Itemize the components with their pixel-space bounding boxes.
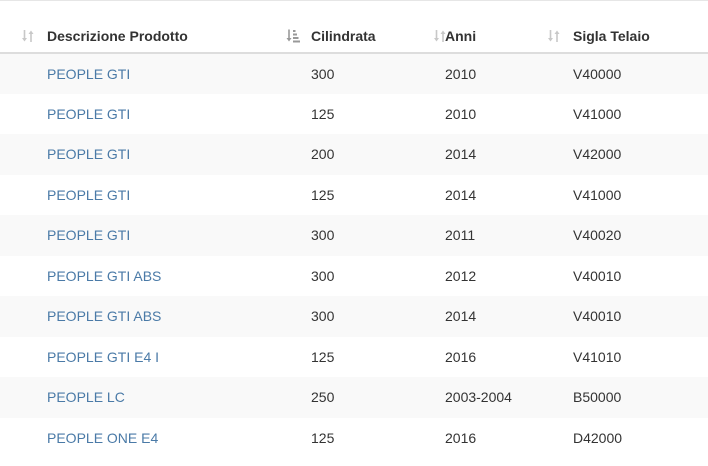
cell-anni: 2003-2004 bbox=[431, 377, 545, 418]
cell-sigla: V40010 bbox=[545, 255, 708, 296]
column-label: Anni bbox=[445, 27, 477, 44]
table-body: PEOPLE GTI 300 2010 V40000 PEOPLE GTI 12… bbox=[0, 53, 708, 458]
cell-descrizione: PEOPLE GTI bbox=[0, 215, 283, 256]
product-link[interactable]: PEOPLE GTI bbox=[47, 227, 130, 243]
cell-cilindrata: 125 bbox=[283, 417, 431, 458]
product-link[interactable]: PEOPLE LC bbox=[47, 389, 125, 405]
table-row: PEOPLE GTI 300 2011 V40020 bbox=[0, 215, 708, 256]
cell-anni: 2010 bbox=[431, 93, 545, 134]
sort-both-icon[interactable] bbox=[547, 28, 561, 44]
product-link[interactable]: PEOPLE GTI ABS bbox=[47, 308, 161, 324]
products-table: Descrizione Prodotto Cilindrata Anni Sig… bbox=[0, 19, 708, 458]
column-header-descrizione[interactable]: Descrizione Prodotto bbox=[0, 19, 283, 54]
cell-descrizione: PEOPLE ONE E4 bbox=[0, 417, 283, 458]
sort-both-icon[interactable] bbox=[21, 28, 35, 44]
cell-sigla: V42000 bbox=[545, 134, 708, 175]
cell-descrizione: PEOPLE GTI ABS bbox=[0, 296, 283, 337]
cell-anni: 2010 bbox=[431, 53, 545, 94]
cell-sigla: V40010 bbox=[545, 296, 708, 337]
cell-cilindrata: 300 bbox=[283, 53, 431, 94]
cell-cilindrata: 300 bbox=[283, 215, 431, 256]
cell-cilindrata: 125 bbox=[283, 336, 431, 377]
cell-sigla: B50000 bbox=[545, 377, 708, 418]
column-header-sigla[interactable]: Sigla Telaio bbox=[545, 19, 708, 54]
cell-sigla: D42000 bbox=[545, 417, 708, 458]
product-link[interactable]: PEOPLE ONE E4 bbox=[47, 430, 158, 446]
cell-sigla: V41010 bbox=[545, 336, 708, 377]
table-row: PEOPLE GTI ABS 300 2012 V40010 bbox=[0, 255, 708, 296]
table-row: PEOPLE GTI 200 2014 V42000 bbox=[0, 134, 708, 175]
cell-descrizione: PEOPLE GTI bbox=[0, 93, 283, 134]
cell-cilindrata: 200 bbox=[283, 134, 431, 175]
product-link[interactable]: PEOPLE GTI ABS bbox=[47, 268, 161, 284]
cell-sigla: V40020 bbox=[545, 215, 708, 256]
cell-sigla: V41000 bbox=[545, 93, 708, 134]
product-link[interactable]: PEOPLE GTI bbox=[47, 66, 130, 82]
cell-anni: 2014 bbox=[431, 296, 545, 337]
table-row: PEOPLE GTI E4 I 125 2016 V41010 bbox=[0, 336, 708, 377]
product-link[interactable]: PEOPLE GTI bbox=[47, 146, 130, 162]
top-divider bbox=[0, 0, 708, 1]
cell-anni: 2012 bbox=[431, 255, 545, 296]
table-row: PEOPLE LC 250 2003-2004 B50000 bbox=[0, 377, 708, 418]
table-row: PEOPLE GTI 125 2014 V41000 bbox=[0, 174, 708, 215]
cell-anni: 2016 bbox=[431, 336, 545, 377]
column-label: Cilindrata bbox=[311, 27, 376, 44]
table-row: PEOPLE GTI ABS 300 2014 V40010 bbox=[0, 296, 708, 337]
cell-sigla: V40000 bbox=[545, 53, 708, 94]
product-link[interactable]: PEOPLE GTI E4 I bbox=[47, 349, 159, 365]
table-row: PEOPLE ONE E4 125 2016 D42000 bbox=[0, 417, 708, 458]
table-row: PEOPLE GTI 300 2010 V40000 bbox=[0, 53, 708, 94]
product-link[interactable]: PEOPLE GTI bbox=[47, 106, 130, 122]
cell-descrizione: PEOPLE LC bbox=[0, 377, 283, 418]
cell-cilindrata: 300 bbox=[283, 255, 431, 296]
cell-descrizione: PEOPLE GTI bbox=[0, 53, 283, 94]
cell-anni: 2016 bbox=[431, 417, 545, 458]
product-link[interactable]: PEOPLE GTI bbox=[47, 187, 130, 203]
cell-descrizione: PEOPLE GTI E4 I bbox=[0, 336, 283, 377]
header-row: Descrizione Prodotto Cilindrata Anni Sig… bbox=[0, 19, 708, 54]
table-header: Descrizione Prodotto Cilindrata Anni Sig… bbox=[0, 19, 708, 54]
cell-cilindrata: 125 bbox=[283, 93, 431, 134]
table-row: PEOPLE GTI 125 2010 V41000 bbox=[0, 93, 708, 134]
column-label: Sigla Telaio bbox=[573, 27, 650, 44]
column-header-anni[interactable]: Anni bbox=[431, 19, 545, 54]
cell-cilindrata: 300 bbox=[283, 296, 431, 337]
cell-sigla: V41000 bbox=[545, 174, 708, 215]
cell-descrizione: PEOPLE GTI bbox=[0, 174, 283, 215]
sort-amount-asc-icon[interactable] bbox=[286, 28, 300, 44]
cell-anni: 2011 bbox=[431, 215, 545, 256]
cell-descrizione: PEOPLE GTI bbox=[0, 134, 283, 175]
column-label: Descrizione Prodotto bbox=[47, 27, 188, 44]
column-header-cilindrata[interactable]: Cilindrata bbox=[283, 19, 431, 54]
cell-cilindrata: 125 bbox=[283, 174, 431, 215]
cell-descrizione: PEOPLE GTI ABS bbox=[0, 255, 283, 296]
cell-anni: 2014 bbox=[431, 174, 545, 215]
cell-anni: 2014 bbox=[431, 134, 545, 175]
cell-cilindrata: 250 bbox=[283, 377, 431, 418]
